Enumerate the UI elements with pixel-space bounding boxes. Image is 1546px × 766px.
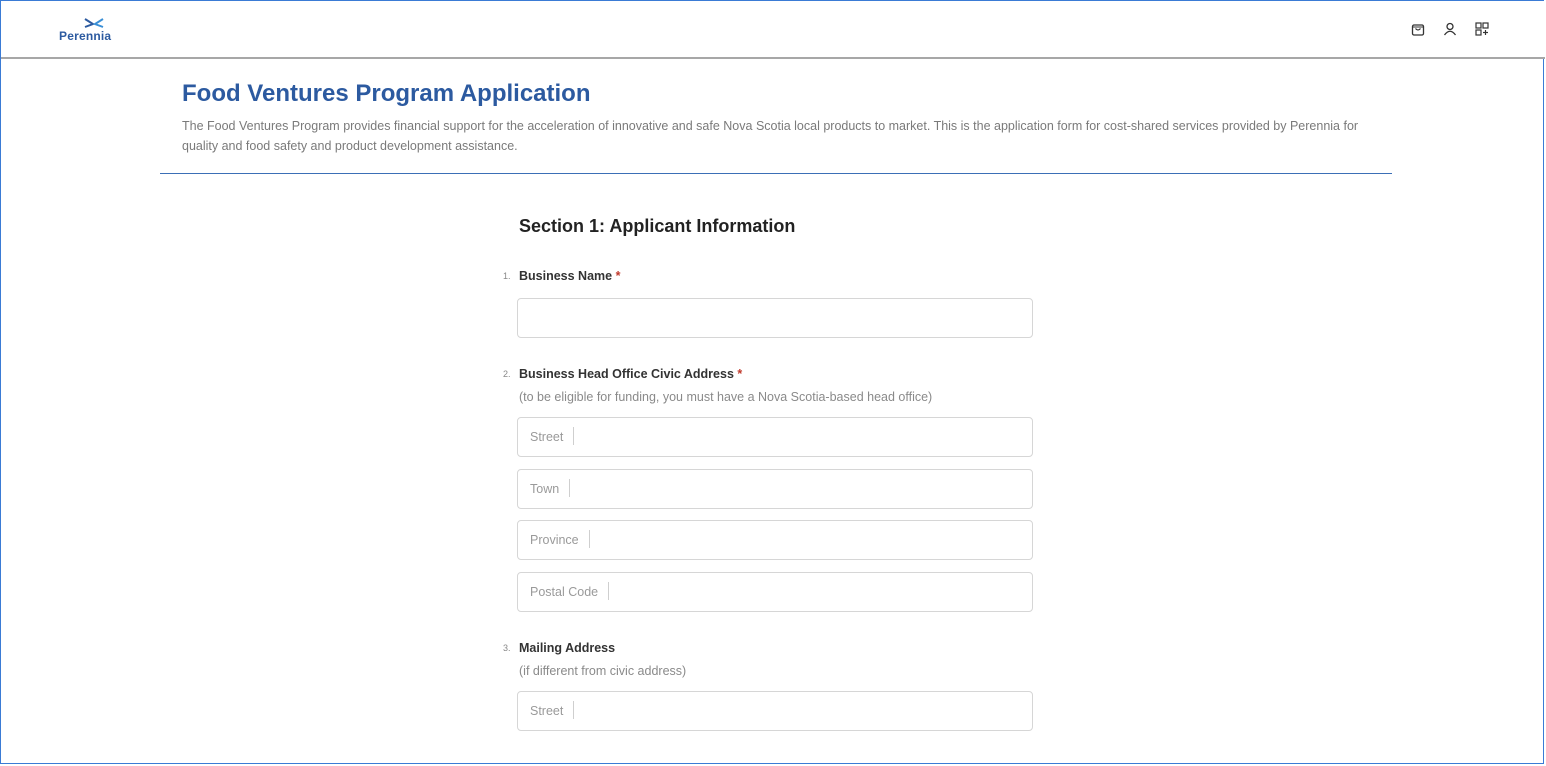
civic-town-input[interactable]: Town bbox=[517, 469, 1033, 509]
apps-grid-icon[interactable] bbox=[1475, 22, 1489, 36]
civic-address-label-text: Business Head Office Civic Address bbox=[519, 367, 734, 381]
mailing-street-input[interactable]: Street bbox=[517, 691, 1033, 731]
civic-address-hint: (to be eligible for funding, you must ha… bbox=[519, 390, 933, 404]
section-title: Section 1: Applicant Information bbox=[519, 216, 796, 236]
top-navigation-bar: Perennia bbox=[1, 1, 1545, 59]
postal-code-placeholder: Postal Code bbox=[530, 582, 610, 601]
business-name-label-text: Business Name bbox=[519, 269, 613, 283]
civic-address-label: Business Head Office Civic Address * bbox=[519, 367, 742, 381]
question-number: 2. bbox=[503, 369, 511, 379]
user-icon[interactable] bbox=[1443, 22, 1457, 36]
business-name-label: Business Name * bbox=[519, 269, 620, 283]
question-number: 3. bbox=[503, 643, 511, 653]
logo-mark-icon bbox=[84, 18, 104, 28]
business-name-input[interactable] bbox=[517, 298, 1033, 338]
mailing-address-hint: (if different from civic address) bbox=[519, 664, 687, 678]
mailing-address-label: Mailing Address bbox=[519, 641, 616, 655]
required-marker: * bbox=[615, 269, 621, 283]
shopping-bag-icon[interactable] bbox=[1411, 22, 1425, 36]
header-divider bbox=[160, 173, 1392, 174]
civic-province-input[interactable]: Province bbox=[517, 520, 1033, 560]
street-placeholder: Street bbox=[530, 427, 575, 446]
street-placeholder: Street bbox=[530, 701, 575, 720]
civic-postal-code-input[interactable]: Postal Code bbox=[517, 572, 1033, 612]
civic-street-input[interactable]: Street bbox=[517, 417, 1033, 457]
question-number: 1. bbox=[503, 271, 511, 281]
brand-name: Perennia bbox=[59, 29, 112, 43]
town-placeholder: Town bbox=[530, 479, 571, 498]
page-description: The Food Ventures Program provides finan… bbox=[182, 119, 1359, 153]
province-placeholder: Province bbox=[530, 530, 590, 549]
top-icon-group bbox=[1411, 22, 1489, 36]
perennia-logo[interactable]: Perennia bbox=[59, 17, 129, 45]
required-marker: * bbox=[737, 367, 743, 381]
page-title: Food Ventures Program Application bbox=[182, 80, 591, 107]
page-header: Food Ventures Program Application The Fo… bbox=[182, 80, 1382, 156]
